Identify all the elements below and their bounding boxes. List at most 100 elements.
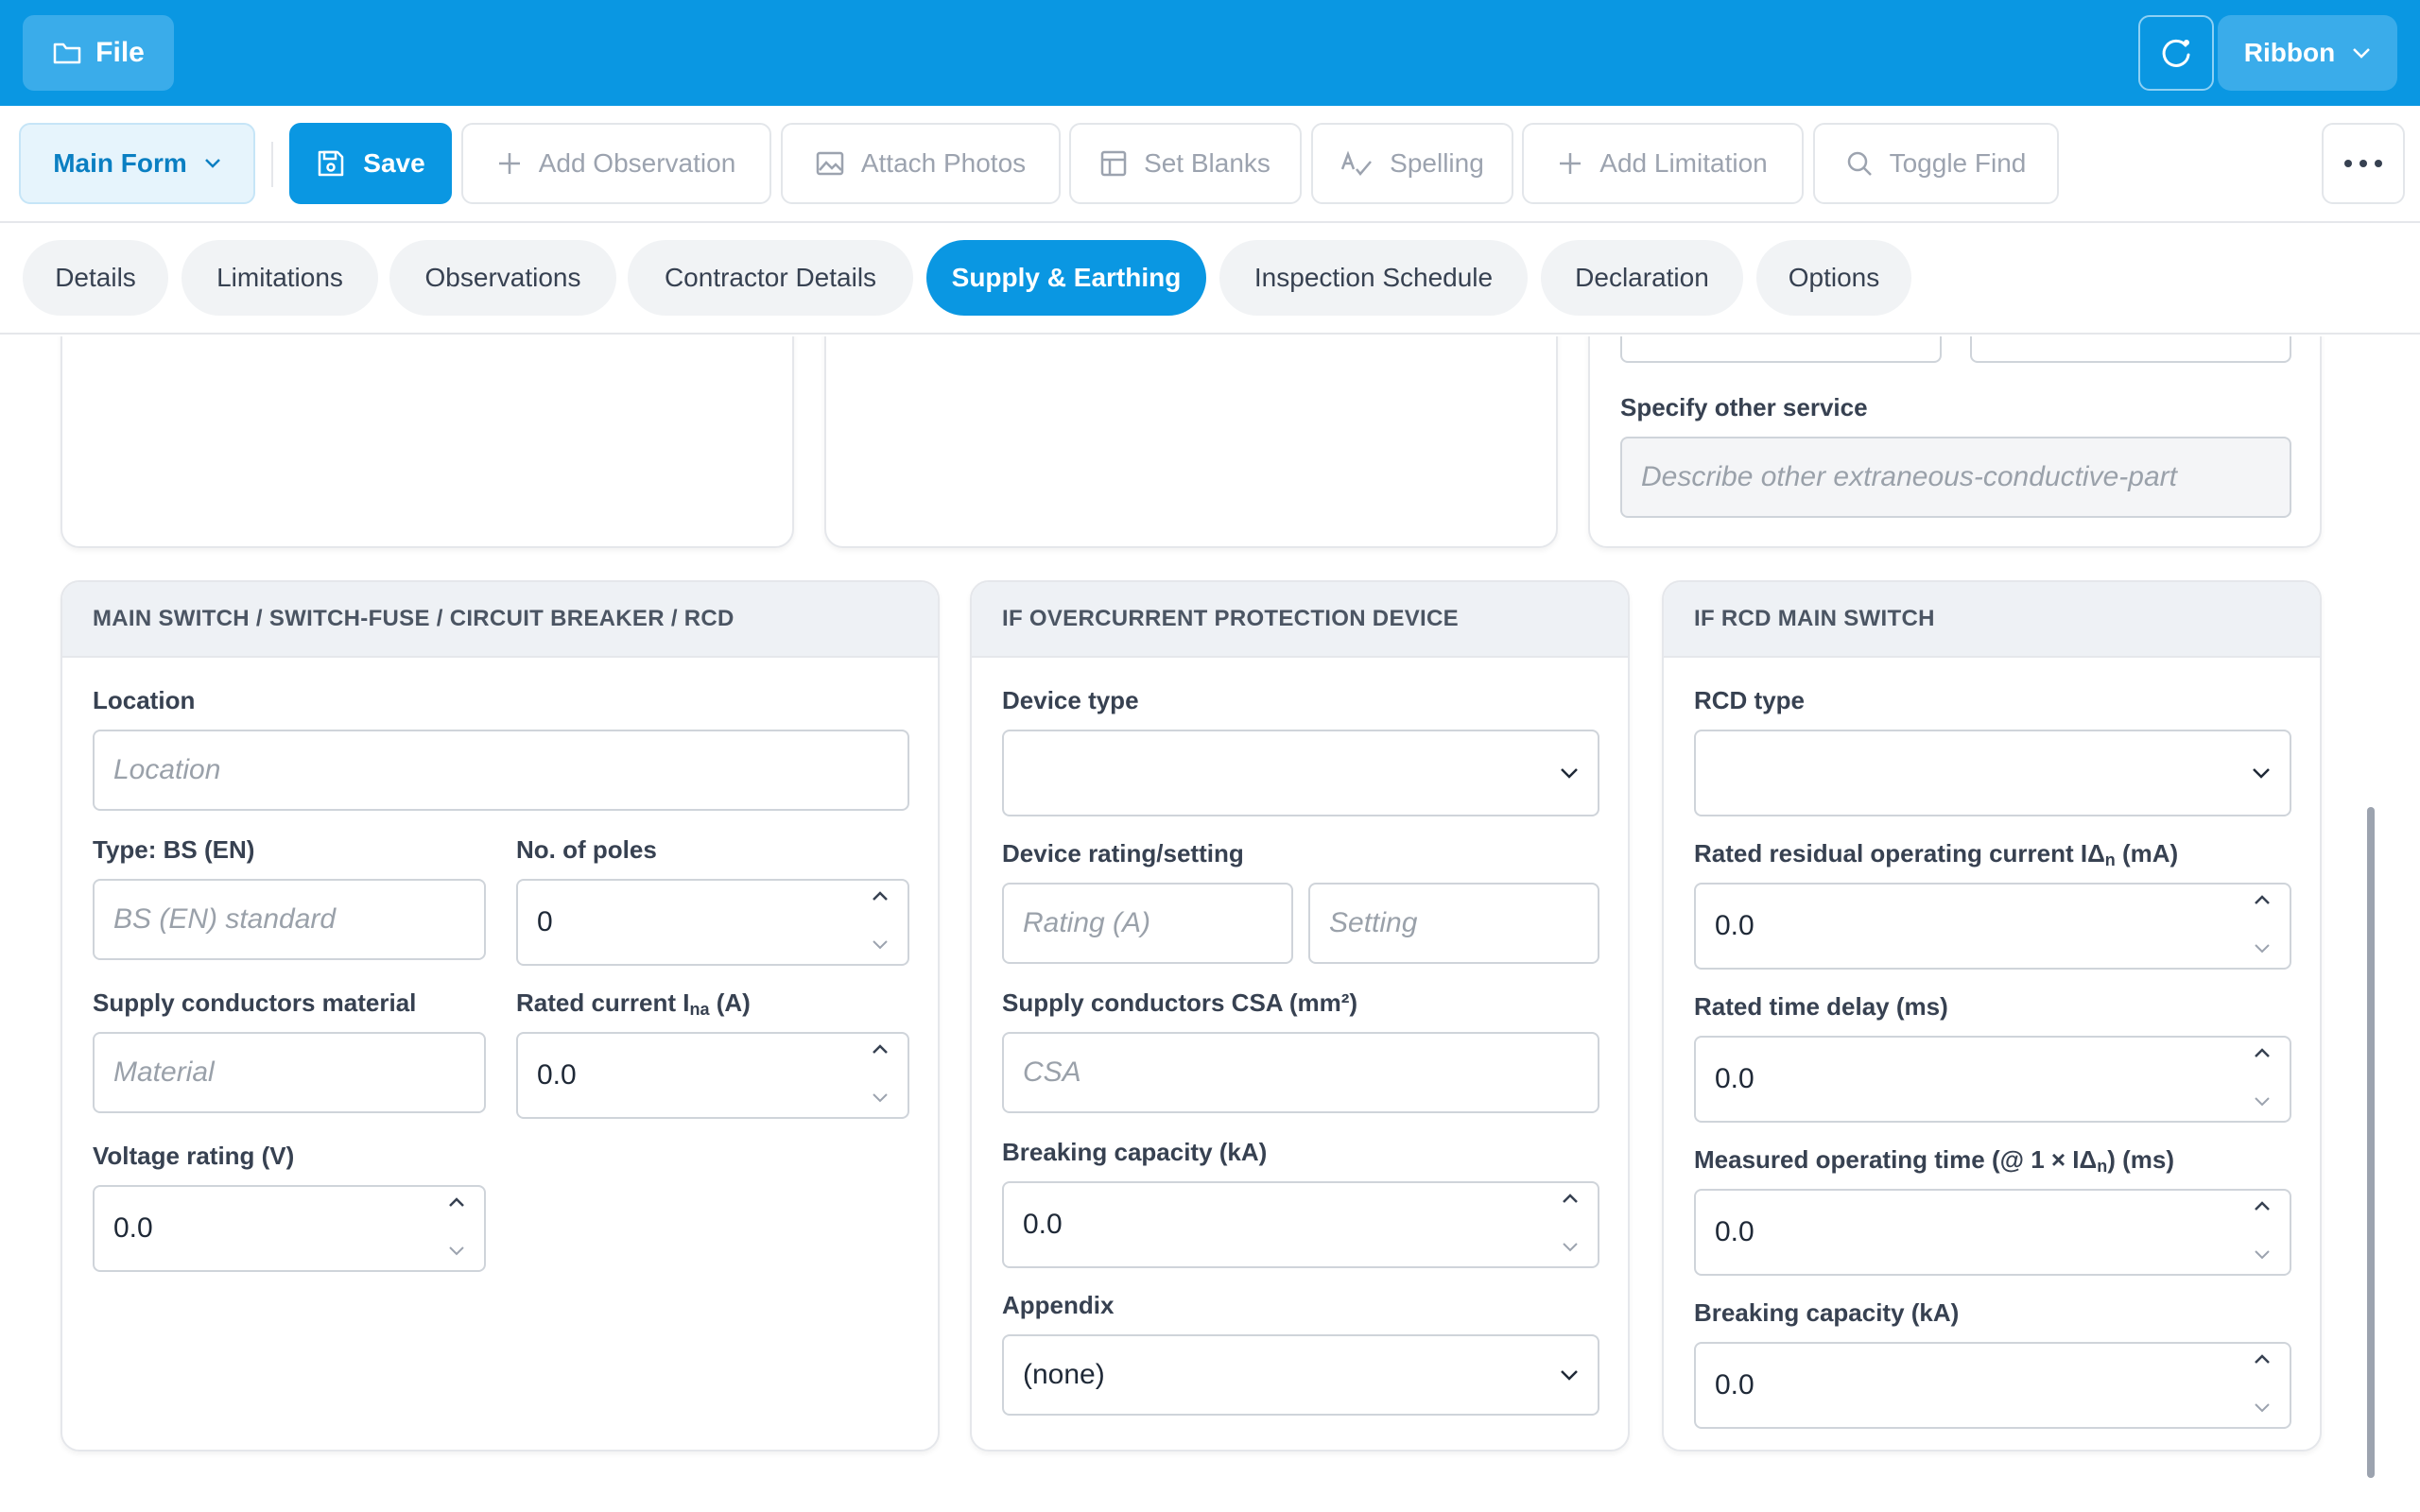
sync-button[interactable]	[2138, 15, 2214, 91]
csa-placeholder: CSA	[1023, 1057, 1081, 1088]
operating-time-value: 0.0	[1715, 1216, 1754, 1247]
toolbar: Main Form Save Add Observation Attach Ph…	[0, 106, 2420, 223]
number-stepper[interactable]	[2252, 894, 2273, 954]
chevron-down-icon	[1561, 768, 1578, 779]
checkbox-field[interactable]	[1620, 336, 1942, 363]
number-stepper[interactable]	[870, 890, 890, 951]
tab-limitations[interactable]: Limitations	[182, 240, 378, 316]
chevron-up-icon[interactable]	[2254, 894, 2271, 905]
specify-other-placeholder: Describe other extraneous-conductive-par…	[1641, 461, 2177, 492]
chevron-down-icon[interactable]	[1562, 1242, 1579, 1253]
rcd-card: IF RCD MAIN SWITCH RCD type Rated residu…	[1662, 580, 2322, 1452]
vertical-scrollbar[interactable]	[2367, 807, 2375, 1478]
search-icon	[1847, 151, 1872, 176]
more-options-button[interactable]	[2322, 123, 2405, 204]
chevron-up-icon[interactable]	[448, 1196, 465, 1208]
tab-inspection-schedule[interactable]: Inspection Schedule	[1219, 240, 1528, 316]
number-stepper[interactable]	[1560, 1193, 1581, 1253]
no-of-poles-label: No. of poles	[516, 835, 657, 864]
chevron-down-icon[interactable]	[872, 1092, 889, 1104]
residual-current-input[interactable]: 0.0	[1694, 883, 2291, 970]
set-blanks-button[interactable]: Set Blanks	[1069, 123, 1302, 204]
ribbon-dropdown[interactable]: Ribbon	[2218, 15, 2397, 91]
tab-label: Limitations	[216, 263, 343, 292]
save-button[interactable]: Save	[289, 123, 452, 204]
rcd-breaking-capacity-input[interactable]: 0.0	[1694, 1342, 2291, 1429]
form-content[interactable]: Specify other service Describe other ext…	[0, 336, 2420, 1512]
number-stepper[interactable]	[2252, 1200, 2273, 1261]
main-form-dropdown[interactable]: Main Form	[19, 123, 255, 204]
tab-contractor-details[interactable]: Contractor Details	[628, 240, 913, 316]
ribbon-label: Ribbon	[2243, 38, 2336, 67]
chevron-up-icon[interactable]	[2254, 1353, 2271, 1365]
location-input[interactable]: Location	[93, 730, 909, 811]
toggle-find-button[interactable]: Toggle Find	[1813, 123, 2059, 204]
file-button[interactable]: File	[23, 15, 174, 91]
chevron-up-icon[interactable]	[872, 890, 889, 902]
chevron-down-icon	[2253, 768, 2270, 779]
residual-current-unit: (mA)	[2115, 839, 2179, 868]
appendix-select[interactable]: (none)	[1002, 1334, 1599, 1416]
number-stepper[interactable]	[446, 1196, 467, 1257]
type-bs-en-label: Type: BS (EN)	[93, 835, 255, 864]
chevron-down-icon[interactable]	[448, 1246, 465, 1257]
number-stepper[interactable]	[2252, 1353, 2273, 1414]
setting-input[interactable]: Setting	[1308, 883, 1599, 964]
tab-declaration[interactable]: Declaration	[1541, 240, 1743, 316]
checkbox-field[interactable]	[1970, 336, 2291, 363]
rated-current-input[interactable]: 0.0	[516, 1032, 909, 1119]
chevron-down-icon[interactable]	[872, 939, 889, 951]
section-tabs: Details Limitations Observations Contrac…	[0, 223, 2420, 335]
voltage-rating-input[interactable]: 0.0	[93, 1185, 486, 1272]
operating-time-subscript: n	[2097, 1157, 2108, 1176]
add-limitation-button[interactable]: Add Limitation	[1522, 123, 1804, 204]
tab-observations[interactable]: Observations	[389, 240, 616, 316]
operating-time-input[interactable]: 0.0	[1694, 1189, 2291, 1276]
specify-other-input[interactable]: Describe other extraneous-conductive-par…	[1620, 437, 2291, 518]
rcd-breaking-capacity-value: 0.0	[1715, 1369, 1754, 1400]
chevron-down-icon[interactable]	[2254, 1096, 2271, 1108]
device-type-label: Device type	[1002, 686, 1139, 714]
residual-current-subscript: n	[2104, 850, 2116, 869]
device-type-select[interactable]	[1002, 730, 1599, 816]
time-delay-input[interactable]: 0.0	[1694, 1036, 2291, 1123]
number-stepper[interactable]	[2252, 1047, 2273, 1108]
chevron-down-icon	[204, 159, 220, 168]
rated-current-value: 0.0	[537, 1059, 577, 1091]
tab-supply-earthing[interactable]: Supply & Earthing	[926, 240, 1206, 316]
image-icon	[816, 151, 844, 176]
add-observation-button[interactable]: Add Observation	[461, 123, 771, 204]
chevron-down-icon[interactable]	[2254, 943, 2271, 954]
upper-card-left	[60, 336, 794, 548]
conductor-material-label: Supply conductors material	[93, 988, 417, 1017]
chevron-up-icon[interactable]	[1562, 1193, 1579, 1204]
top-bar: File Ribbon	[0, 0, 2420, 106]
add-limitation-label: Add Limitation	[1599, 148, 1768, 178]
attach-photos-button[interactable]: Attach Photos	[781, 123, 1061, 204]
tab-details[interactable]: Details	[23, 240, 168, 316]
csa-input[interactable]: CSA	[1002, 1032, 1599, 1113]
chevron-down-icon[interactable]	[2254, 1249, 2271, 1261]
voltage-rating-value: 0.0	[113, 1212, 153, 1244]
location-placeholder: Location	[113, 754, 221, 785]
operating-time-label: Measured operating time (@ 1 × IΔn) (ms)	[1694, 1145, 2174, 1177]
rated-current-label: Rated current Ina (A)	[516, 988, 751, 1020]
type-bs-en-placeholder: BS (EN) standard	[113, 903, 337, 935]
breaking-capacity-input[interactable]: 0.0	[1002, 1181, 1599, 1268]
conductor-material-input[interactable]: Material	[93, 1032, 486, 1113]
chevron-up-icon[interactable]	[2254, 1200, 2271, 1211]
number-stepper[interactable]	[870, 1043, 890, 1104]
tab-options[interactable]: Options	[1756, 240, 1911, 316]
no-of-poles-input[interactable]: 0	[516, 879, 909, 966]
rcd-type-select[interactable]	[1694, 730, 2291, 816]
tab-label: Contractor Details	[664, 263, 877, 292]
tab-label: Options	[1788, 263, 1880, 292]
refresh-icon	[2162, 39, 2190, 67]
rating-input[interactable]: Rating (A)	[1002, 883, 1293, 964]
chevron-up-icon[interactable]	[2254, 1047, 2271, 1058]
location-label: Location	[93, 686, 196, 714]
spelling-button[interactable]: Spelling	[1311, 123, 1513, 204]
type-bs-en-input[interactable]: BS (EN) standard	[93, 879, 486, 960]
chevron-up-icon[interactable]	[872, 1043, 889, 1055]
chevron-down-icon[interactable]	[2254, 1402, 2271, 1414]
